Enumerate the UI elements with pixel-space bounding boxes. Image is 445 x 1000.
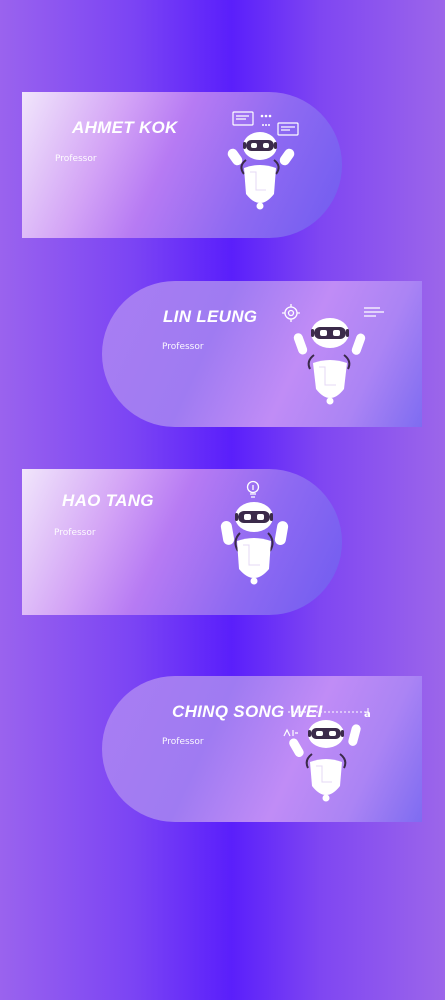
- profile-role: Professor: [162, 342, 204, 352]
- gear-icon: [282, 304, 300, 322]
- profile-card-3: HAO TANG Professor: [22, 469, 342, 615]
- profile-card-4: CHINQ SONG WEI Professor a: [102, 676, 422, 822]
- robot-illustration: a: [283, 708, 371, 802]
- profile-name: HAO TANG: [62, 491, 154, 510]
- robot-illustration: [227, 111, 299, 210]
- svg-text:a: a: [364, 709, 371, 720]
- profile-name: AHMET KOK: [72, 118, 178, 137]
- profile-role: Professor: [162, 737, 204, 747]
- profile-role: Professor: [54, 528, 96, 538]
- profile-name: LIN LEUNG: [163, 307, 258, 326]
- lightbulb-icon: [246, 480, 260, 498]
- profile-card-2: LIN LEUNG Professor: [102, 281, 422, 427]
- robot-illustration: [282, 304, 384, 405]
- robot-illustration: [220, 480, 289, 585]
- profile-card-1: AHMET KOK Professor: [22, 92, 342, 238]
- profile-role: Professor: [55, 154, 97, 164]
